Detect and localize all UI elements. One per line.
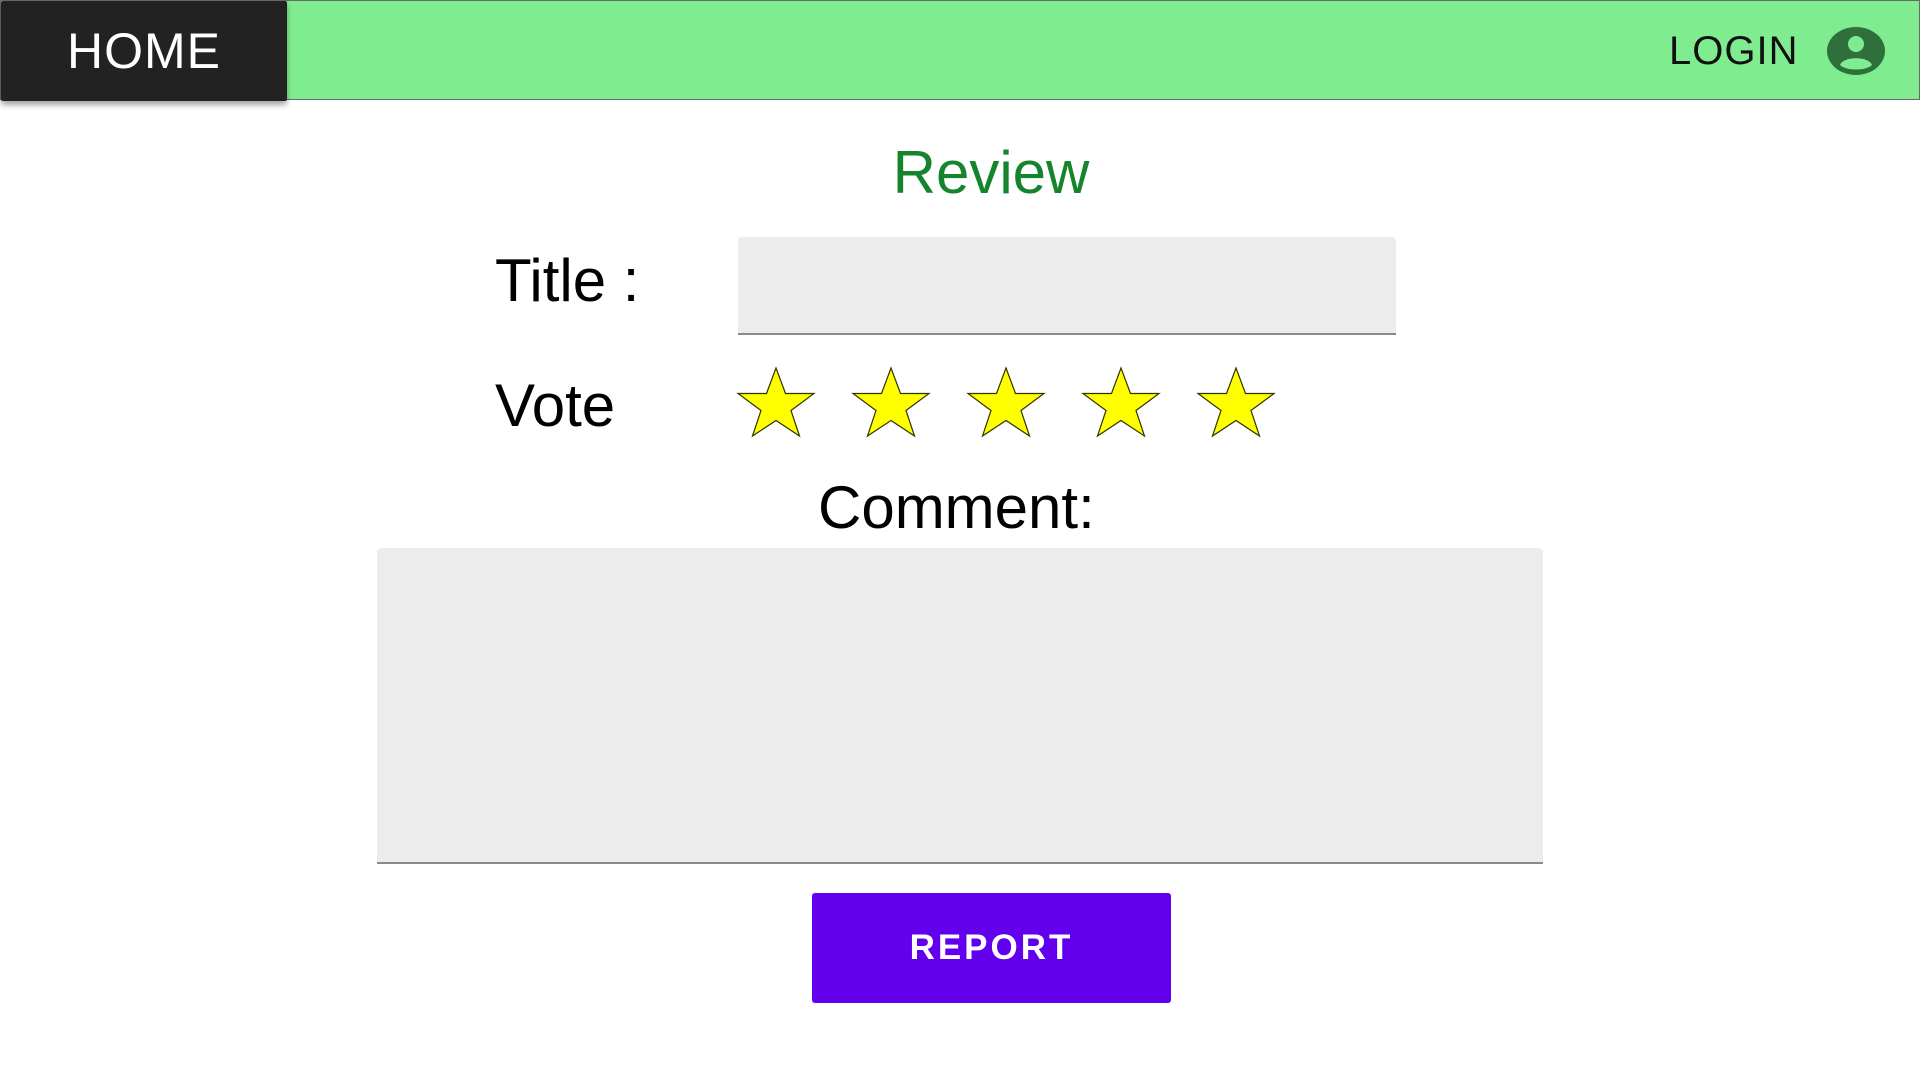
- page-title: Review: [892, 139, 1090, 206]
- home-tab-label: HOME: [67, 23, 221, 79]
- report-button[interactable]: REPORT: [812, 893, 1171, 1003]
- account-circle-icon[interactable]: [1826, 26, 1886, 76]
- star-icon[interactable]: [966, 366, 1046, 438]
- comment-label: Comment:: [818, 474, 1095, 541]
- star-rating[interactable]: [736, 366, 1276, 438]
- star-icon[interactable]: [736, 366, 816, 438]
- comment-textarea[interactable]: [377, 548, 1543, 864]
- top-app-bar: HOME LOGIN: [0, 0, 1920, 101]
- star-icon[interactable]: [1081, 366, 1161, 438]
- title-input[interactable]: [738, 237, 1396, 335]
- star-icon[interactable]: [1196, 366, 1276, 438]
- vote-label: Vote: [495, 372, 616, 439]
- login-link[interactable]: LOGIN: [1669, 29, 1798, 74]
- star-icon[interactable]: [851, 366, 931, 438]
- title-label: Title :: [495, 247, 640, 314]
- home-tab[interactable]: HOME: [1, 1, 287, 101]
